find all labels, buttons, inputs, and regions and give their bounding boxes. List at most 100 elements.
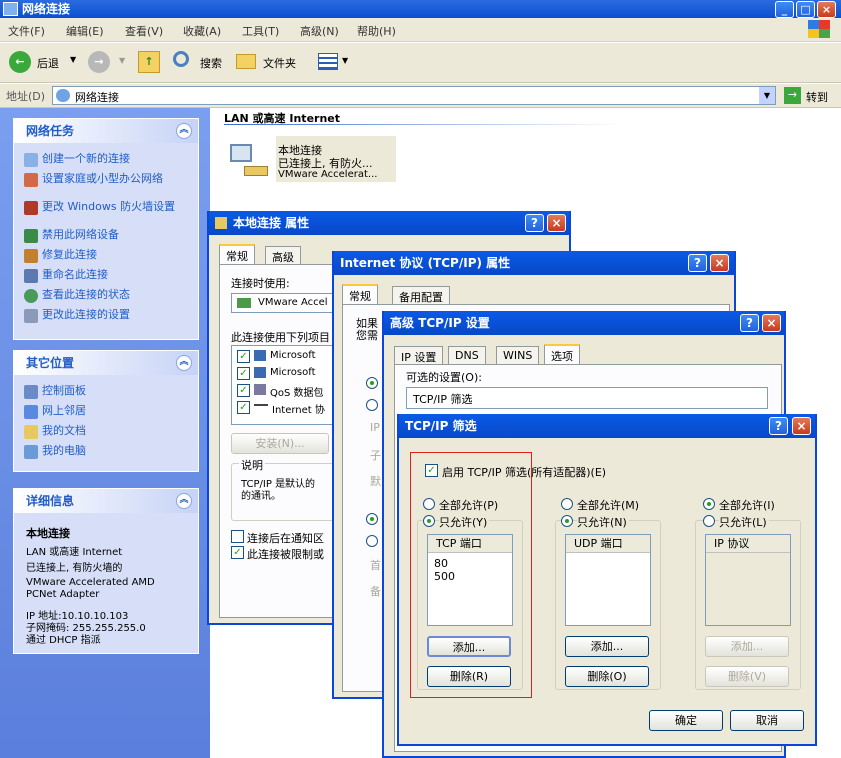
close-button[interactable]: × [762, 314, 781, 332]
cancel-button[interactable]: 取消 [730, 710, 804, 731]
ip-address-label: IP [370, 421, 380, 434]
install-button[interactable]: 安装(N)... [231, 433, 329, 454]
tcp-allow-only-radio[interactable] [423, 515, 435, 527]
ip-allow-all-radio[interactable] [703, 498, 715, 510]
home-network-icon [24, 173, 38, 187]
menu-favorites[interactable]: 收藏(A) [183, 23, 221, 39]
details-header[interactable]: 详细信息 ︽ [14, 489, 198, 513]
tab-options[interactable]: 选项 [544, 344, 580, 364]
tcp-port-item[interactable]: 500 [434, 570, 455, 583]
udp-add-button[interactable]: 添加... [565, 636, 649, 657]
folder-icon [236, 54, 256, 69]
menu-file[interactable]: 文件(F) [8, 23, 45, 39]
place-label: 网上邻居 [42, 404, 86, 417]
other-places-header[interactable]: 其它位置 ︽ [14, 351, 198, 375]
tab-ip-settings[interactable]: IP 设置 [394, 346, 444, 364]
tab-general[interactable]: 常规 [219, 244, 255, 264]
help-button[interactable]: ? [688, 254, 707, 272]
help-button[interactable]: ? [740, 314, 759, 332]
tab-advanced[interactable]: 高级 [265, 246, 301, 264]
tcp-add-button[interactable]: 添加... [427, 636, 511, 657]
back-button[interactable]: ← 后退 ▼ [6, 49, 78, 75]
dialog-title: 本地连接 属性 [233, 216, 310, 230]
component-checkbox[interactable]: ✓ [237, 350, 250, 363]
tcp-ports-list[interactable]: TCP 端口 80 500 [427, 534, 513, 626]
ip-remove-button[interactable]: 删除(V) [705, 666, 789, 687]
windows-logo-icon [808, 20, 830, 38]
go-button[interactable]: → 转到 [784, 86, 836, 106]
udp-ports-list[interactable]: UDP 端口 [565, 534, 651, 626]
back-dropdown-icon[interactable]: ▼ [70, 55, 76, 64]
connection-device: VMware Accelerat... [278, 169, 378, 180]
tcp-allow-all-radio[interactable] [423, 498, 435, 510]
collapse-chevron-icon[interactable]: ︽ [176, 355, 192, 371]
help-button[interactable]: ? [525, 214, 544, 232]
views-dropdown-icon: ▼ [342, 56, 349, 65]
tab-alternate-config[interactable]: 备用配置 [392, 286, 450, 304]
forward-dropdown-icon[interactable]: ▼ [119, 56, 125, 65]
enable-filtering-checkbox[interactable]: ✓ [425, 464, 438, 477]
collapse-chevron-icon[interactable]: ︽ [176, 493, 192, 509]
tab-dns[interactable]: DNS [448, 346, 486, 364]
optional-setting-item[interactable]: TCP/IP 筛选 [413, 391, 472, 407]
tcp-port-item[interactable]: 80 [434, 557, 448, 570]
tab-general[interactable]: 常规 [342, 284, 378, 304]
alternate-dns-label: 备 [370, 585, 381, 598]
optional-settings-list[interactable]: TCP/IP 筛选 [406, 387, 768, 409]
local-connection-item[interactable]: 本地连接 已连接上, 有防火... VMware Accelerat... [224, 136, 398, 182]
go-label: 转到 [806, 91, 828, 104]
views-button[interactable]: ▼ [316, 51, 352, 73]
udp-allow-all-radio[interactable] [561, 498, 573, 510]
place-label: 我的电脑 [42, 444, 86, 457]
address-input[interactable]: 网络连接 ▼ [52, 86, 776, 105]
up-folder-icon[interactable]: ↑ [138, 51, 160, 73]
details-title: 详细信息 [26, 494, 75, 508]
other-places-title: 其它位置 [26, 356, 75, 370]
intro-text-2: 您需 [356, 329, 378, 342]
notify-area-checkbox[interactable] [231, 530, 244, 543]
auto-ip-radio[interactable] [366, 377, 378, 389]
manual-dns-radio[interactable] [366, 535, 378, 547]
component-checkbox[interactable]: ✓ [237, 401, 250, 414]
tab-wins[interactable]: WINS [496, 346, 540, 364]
window-title-bar: 网络连接 [0, 0, 841, 18]
address-dropdown-button[interactable]: ▼ [759, 87, 775, 104]
search-button[interactable]: 搜索 [171, 49, 229, 75]
component-checkbox[interactable]: ✓ [237, 384, 250, 397]
close-button[interactable]: × [792, 417, 811, 435]
collapse-chevron-icon[interactable]: ︽ [176, 123, 192, 139]
tcp-remove-button[interactable]: 删除(R) [427, 666, 511, 687]
close-button[interactable]: × [547, 214, 566, 232]
components-list[interactable]: ✓ Microsoft ✓ Microsoft ✓ QoS 数据包 ✓ Internet… [231, 345, 341, 425]
menu-tools[interactable]: 工具(T) [242, 23, 279, 39]
ip-allow-only-radio[interactable] [703, 515, 715, 527]
task-label: 更改 Windows 防火墙设置 [42, 200, 176, 213]
ip-protocols-header: IP 协议 [706, 535, 790, 553]
network-tasks-header[interactable]: 网络任务 ︽ [14, 119, 198, 143]
udp-remove-button[interactable]: 删除(O) [565, 666, 649, 687]
auto-dns-radio[interactable] [366, 513, 378, 525]
menu-help[interactable]: 帮助(H) [357, 23, 396, 39]
menu-view[interactable]: 查看(V) [125, 23, 163, 39]
maximize-button[interactable]: □ [796, 1, 815, 18]
help-button[interactable]: ? [769, 417, 788, 435]
ok-button[interactable]: 确定 [649, 710, 723, 731]
manual-ip-radio[interactable] [366, 399, 378, 411]
menu-edit[interactable]: 编辑(E) [66, 23, 104, 39]
menu-advanced[interactable]: 高级(N) [300, 23, 339, 39]
close-button[interactable]: × [710, 254, 729, 272]
forward-button[interactable]: → [88, 51, 110, 73]
folders-button[interactable]: 文件夹 [234, 49, 304, 75]
udp-allow-only-radio[interactable] [561, 515, 573, 527]
ip-add-button[interactable]: 添加... [705, 636, 789, 657]
close-button[interactable]: × [817, 1, 836, 18]
limited-connectivity-label: 此连接被限制或 [247, 548, 324, 561]
component-icon [254, 350, 266, 361]
details-line: VMware Accelerated AMD [26, 577, 155, 588]
minimize-button[interactable]: _ [775, 1, 794, 18]
address-bar: 地址(D) 网络连接 ▼ → 转到 [0, 84, 841, 108]
my-documents-icon [24, 425, 38, 439]
component-checkbox[interactable]: ✓ [237, 367, 250, 380]
tcpip-filtering-dialog: TCP/IP 筛选 ? × ✓ 启用 TCP/IP 筛选(所有适配器)(E) 全… [397, 414, 817, 746]
limited-connectivity-checkbox[interactable]: ✓ [231, 546, 244, 559]
